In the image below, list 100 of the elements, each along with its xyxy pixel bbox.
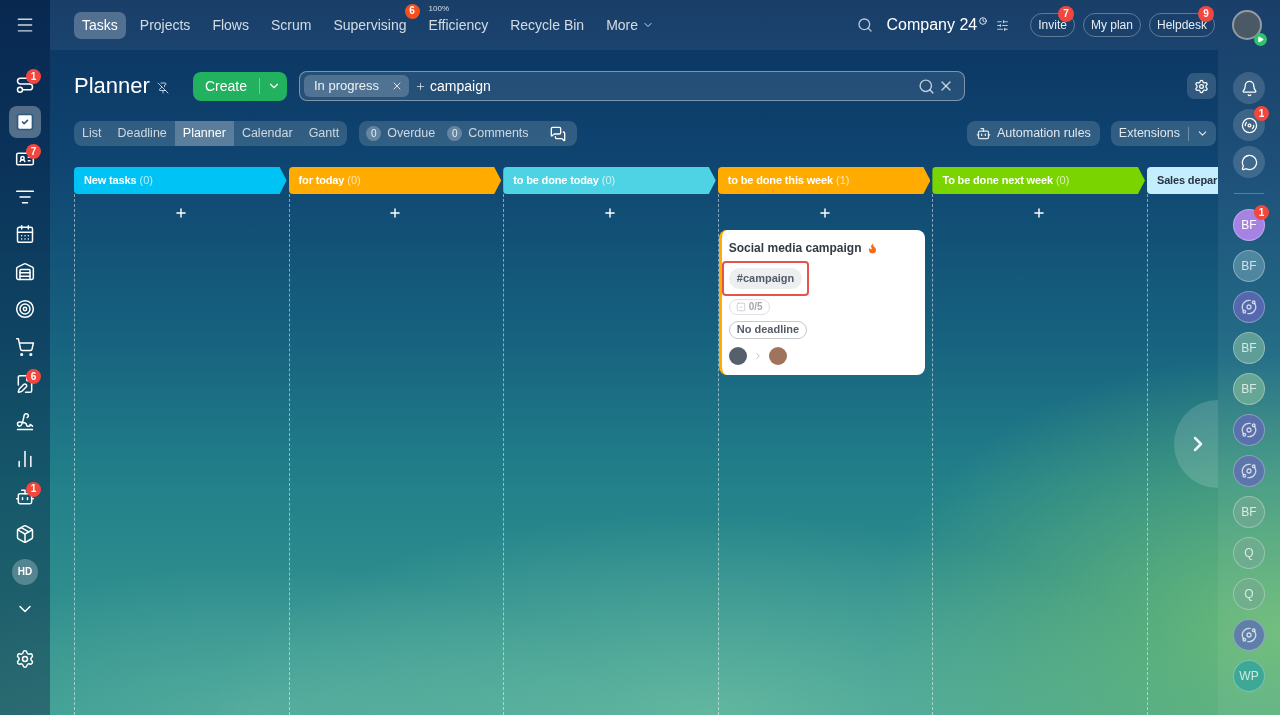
play-icon — [1254, 33, 1267, 46]
disc-button[interactable] — [1233, 109, 1265, 141]
checkbox-icon — [735, 301, 746, 312]
nav-tab[interactable]: Tasks — [74, 11, 126, 39]
bar-chart-icon — [15, 449, 35, 469]
column-title: New tasks — [84, 173, 137, 189]
automation-rules-button[interactable]: Automation rules — [967, 121, 1100, 146]
plus-icon — [1032, 206, 1047, 220]
notification-badge: 9 — [1198, 6, 1214, 22]
create-button[interactable]: Create — [193, 71, 259, 101]
sidebar-item[interactable]: 6 — [9, 368, 41, 400]
checkbox-icon — [15, 111, 35, 132]
user-avatar[interactable] — [1232, 10, 1262, 40]
plus-icon — [603, 206, 617, 220]
sidebar-item[interactable] — [9, 105, 41, 138]
search-input[interactable]: campaign — [430, 75, 918, 97]
assignee-avatar[interactable] — [768, 346, 787, 365]
nav-tab[interactable]: Recycle Bin — [502, 11, 593, 39]
column-count: (0) — [347, 173, 361, 189]
task-title[interactable]: Social media campaign — [728, 239, 862, 257]
signature-icon — [15, 411, 35, 432]
calendar-icon — [15, 224, 35, 244]
orbit-icon — [1241, 299, 1257, 315]
pin-icon[interactable] — [156, 82, 169, 94]
counter-value: 0 — [447, 126, 463, 141]
chat-avatar[interactable] — [1233, 414, 1265, 446]
chat-avatar[interactable] — [1233, 291, 1265, 323]
nav-tab[interactable]: Projects — [131, 11, 199, 39]
settings-icon — [1194, 78, 1209, 94]
clock-icon — [979, 16, 988, 25]
chat-avatar[interactable] — [1233, 619, 1265, 651]
chat-button[interactable] — [1233, 146, 1265, 178]
sidebar-item[interactable]: 1 — [9, 480, 41, 513]
robot-icon — [976, 126, 992, 141]
sidebar-item[interactable]: 7 — [9, 143, 41, 175]
column-title: To be done next week — [942, 173, 1053, 189]
efficiency-percent: 100% — [428, 4, 449, 13]
filter-chip[interactable]: In progress — [304, 75, 410, 97]
column-count: (0) — [139, 173, 153, 189]
notifications-button[interactable] — [1233, 72, 1265, 104]
column-title: for today — [298, 173, 345, 189]
nav-tab[interactable]: Efficiency — [420, 11, 497, 39]
orbit-icon — [1241, 463, 1257, 479]
view-tab[interactable]: Deadline — [109, 121, 175, 146]
view-tab[interactable]: Gantt — [300, 121, 348, 146]
chat-icon — [1240, 153, 1258, 171]
settings-button[interactable] — [1187, 73, 1216, 99]
column-count: (1) — [835, 173, 850, 189]
chat-avatar[interactable]: BF — [1233, 250, 1265, 282]
id-card-icon — [15, 149, 35, 169]
notification-badge: 1 — [1254, 106, 1269, 121]
plus-icon — [388, 206, 403, 220]
menu-icon — [15, 15, 35, 35]
nav-tab[interactable]: Flows — [204, 11, 257, 39]
column-title: to be done this week — [727, 173, 833, 189]
orbit-icon — [1241, 627, 1257, 643]
notification-badge: 7 — [1057, 6, 1074, 22]
creator-avatar[interactable] — [728, 346, 747, 365]
settings-icon — [15, 648, 35, 669]
task-card[interactable]: Social media campaign #campaign 0/5 No deadline — [718, 230, 925, 375]
column-count: (0) — [1055, 173, 1070, 189]
nav-tab[interactable]: More — [598, 11, 663, 39]
plus-icon — [173, 206, 188, 220]
orbit-icon — [1241, 422, 1257, 438]
warehouse-icon — [15, 261, 35, 282]
page-title: Planner — [74, 75, 150, 97]
chat-avatar[interactable] — [1233, 455, 1265, 487]
company-name[interactable]: Company 24 — [886, 13, 978, 37]
notification-badge: 1 — [26, 481, 41, 497]
notification-badge: 6 — [404, 3, 420, 19]
box-icon — [15, 524, 35, 544]
tag[interactable]: #campaign — [728, 268, 803, 289]
notification-badge: 1 — [26, 69, 41, 84]
chat-filter-button[interactable] — [548, 124, 567, 143]
plus-icon — [415, 80, 427, 92]
search-icon — [856, 17, 873, 33]
column-title: to be done today — [513, 173, 599, 189]
chat-icon — [549, 125, 566, 142]
search-icon[interactable] — [918, 77, 935, 95]
notification-badge: 1 — [1254, 205, 1269, 220]
extensions-button[interactable]: Extensions — [1110, 121, 1188, 146]
view-tab[interactable]: Planner — [174, 121, 234, 146]
view-tab[interactable]: Calendar — [233, 121, 301, 146]
disc-icon — [1240, 116, 1258, 134]
search-button[interactable] — [855, 16, 874, 34]
sliders-icon[interactable] — [996, 18, 1010, 32]
counter-button[interactable]: 0 Overdue — [366, 121, 436, 146]
counter-button[interactable]: 0 Comments — [447, 121, 529, 146]
view-tab[interactable]: List — [74, 121, 110, 146]
notification-badge: 7 — [26, 144, 41, 159]
notification-badge: 6 — [26, 369, 41, 384]
nav-tab[interactable]: Scrum — [262, 11, 320, 39]
plus-icon — [817, 206, 832, 220]
cart-icon — [15, 336, 35, 357]
sidebar-item[interactable]: 1 — [9, 68, 41, 100]
search-bar[interactable]: In progress campaign — [299, 71, 965, 101]
bell-icon — [1240, 79, 1258, 97]
counter-value: 0 — [366, 126, 382, 141]
target-icon — [15, 299, 35, 319]
column-header[interactable]: Sales depar — [1146, 167, 1218, 194]
